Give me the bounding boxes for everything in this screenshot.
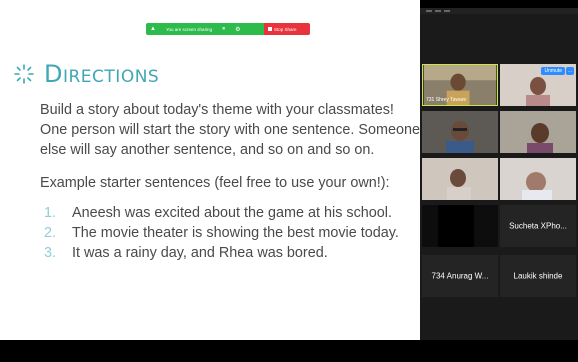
participant-tile-9[interactable]: 734 Anurag W... — [422, 255, 498, 297]
list-number: 3. — [44, 245, 57, 261]
sparkle-icon — [14, 64, 34, 84]
stop-share-label: Stop Share — [274, 26, 297, 32]
gallery-top-strip — [420, 8, 578, 14]
participant-tile-3[interactable] — [422, 111, 498, 153]
participant-tile-2[interactable]: Unmute ... — [500, 64, 576, 106]
shared-slide: ▲ You are screen sharing ⏸ ⚙ Stop Share … — [0, 0, 420, 340]
share-arrow-icon: ▲ — [150, 26, 156, 32]
participant-name: 731 Shrey Taware — [426, 97, 467, 103]
participant-name: Sucheta XPho... — [509, 221, 567, 231]
title-row: Directions — [14, 62, 159, 86]
participant-tile-7[interactable] — [422, 205, 498, 247]
participant-gallery: 731 Shrey Taware Unmute ... Sucheta XPho… — [420, 8, 578, 340]
participant-tile-1[interactable]: 731 Shrey Taware — [422, 64, 498, 106]
stop-share-button[interactable]: Stop Share — [264, 23, 310, 35]
list-number: 1. — [44, 205, 57, 221]
slide-intro-text: Build a story about today's theme with y… — [40, 102, 420, 158]
sharing-status-area: ▲ You are screen sharing ⏸ ⚙ — [146, 23, 264, 35]
bottom-black-bar — [0, 340, 578, 362]
participant-video — [500, 111, 576, 153]
example-label: Example starter sentences (feel free to … — [40, 175, 390, 191]
settings-icon[interactable]: ⚙ — [235, 26, 240, 33]
stop-icon — [268, 27, 272, 31]
participant-tile-4[interactable] — [500, 111, 576, 153]
participant-tile-6[interactable] — [500, 158, 576, 200]
participant-tile-8[interactable]: Sucheta XPho... — [500, 205, 576, 247]
participant-video — [500, 158, 576, 200]
starter-sentence-list: 1. Aneesh was excited about the game at … — [44, 203, 399, 263]
pause-share-icon[interactable]: ⏸ — [222, 26, 225, 33]
slide-title: Directions — [44, 60, 160, 88]
list-text: Aneesh was excited about the game at his… — [72, 205, 392, 221]
participant-tile-10[interactable]: Laukik shinde — [500, 255, 576, 297]
list-item: 1. Aneesh was excited about the game at … — [44, 203, 399, 223]
unmute-button[interactable]: Unmute — [541, 67, 565, 75]
participant-video — [422, 158, 498, 200]
list-text: The movie theater is showing the best mo… — [72, 225, 399, 241]
list-item: 3. It was a rainy day, and Rhea was bore… — [44, 243, 399, 263]
list-item: 2. The movie theater is showing the best… — [44, 223, 399, 243]
list-text: It was a rainy day, and Rhea was bored. — [72, 245, 328, 261]
more-options-button[interactable]: ... — [565, 67, 574, 75]
sharing-status-text: You are screen sharing — [165, 26, 213, 32]
screen-share-bar: ▲ You are screen sharing ⏸ ⚙ Stop Share — [146, 23, 310, 35]
participant-tile-5[interactable] — [422, 158, 498, 200]
participant-video — [422, 111, 498, 153]
participant-name: Laukik shinde — [513, 271, 563, 281]
participant-name: 734 Anurag W... — [431, 271, 489, 281]
list-number: 2. — [44, 225, 57, 241]
participant-video — [422, 205, 498, 247]
